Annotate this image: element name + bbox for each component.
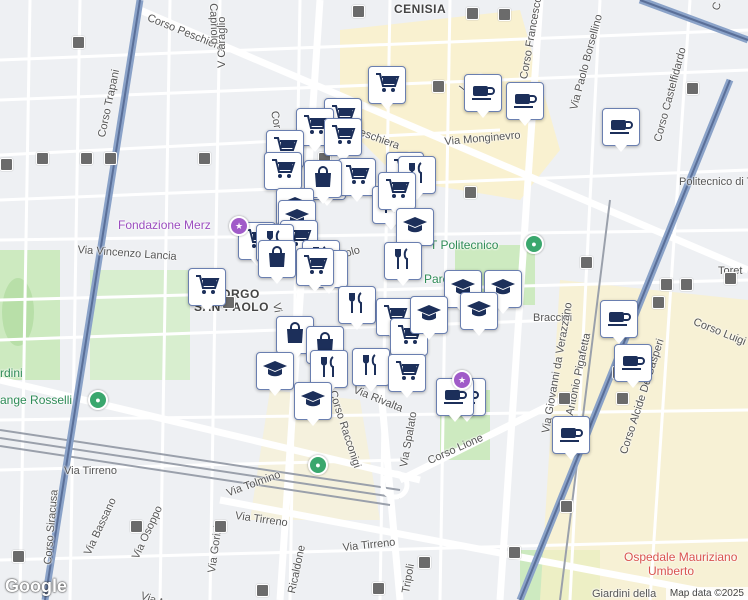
restaurant-icon — [316, 354, 342, 385]
street-label-ange-rosselli: ange Rosselli — [0, 393, 73, 407]
coffee-cup-icon — [620, 348, 646, 379]
bus-stop-icon[interactable] — [72, 36, 85, 49]
politecnico-station-pin[interactable]: ● — [524, 234, 544, 254]
street-label-ospedale: Ospedale Mauriziano — [624, 550, 738, 564]
bus-stop-icon[interactable] — [198, 152, 211, 165]
street-label-giardini: Giardini della — [592, 588, 657, 600]
shopping-bag-icon — [264, 244, 290, 275]
google-logo: Google — [5, 576, 67, 596]
graduation-cap-icon — [466, 296, 492, 327]
bus-stop-icon[interactable] — [130, 520, 143, 533]
bus-stop-icon[interactable] — [214, 520, 227, 533]
shopping-bag-icon — [310, 164, 336, 195]
poi-marker-bag[interactable] — [258, 240, 296, 284]
bus-stop-icon[interactable] — [560, 500, 573, 513]
poi-marker-coffee[interactable] — [464, 74, 502, 118]
street-label-cenisia: CENISIA — [394, 2, 447, 16]
poi-marker-cart[interactable] — [188, 268, 226, 312]
shopping-cart-icon — [194, 272, 220, 303]
bus-stop-icon[interactable] — [12, 550, 25, 563]
shopping-cart-icon — [344, 162, 370, 193]
street-label-rdini: rdini — [0, 366, 23, 380]
poi-marker-coffee[interactable] — [602, 108, 640, 152]
poi-marker-fork[interactable] — [338, 286, 376, 330]
poi-marker-cart[interactable] — [388, 354, 426, 398]
bus-stop-icon[interactable] — [80, 152, 93, 165]
bus-stop-icon[interactable] — [498, 8, 511, 21]
bus-stop-icon[interactable] — [432, 80, 445, 93]
graduation-cap-icon — [300, 386, 326, 417]
poi-marker-cart[interactable] — [264, 152, 302, 196]
street-label-via-vi: Vi — [270, 302, 284, 314]
bus-stop-icon[interactable] — [372, 582, 385, 595]
bus-stop-icon[interactable] — [464, 186, 477, 199]
shopping-cart-icon — [270, 156, 296, 187]
shopping-cart-icon — [330, 122, 356, 153]
shopping-cart-icon — [374, 70, 400, 101]
poi-marker-cart[interactable] — [296, 248, 334, 292]
tolmino-station-pin[interactable]: ● — [308, 455, 328, 475]
poi-marker-cart[interactable] — [378, 172, 416, 216]
poi-purple-pin[interactable]: ★ — [452, 370, 472, 390]
poi-marker-coffee[interactable] — [552, 416, 590, 460]
street-label-v-caraglio: V Caraglio — [216, 16, 228, 68]
bus-stop-icon[interactable] — [660, 278, 673, 291]
rosselli-station-pin[interactable]: ● — [88, 390, 108, 410]
poi-marker-cap[interactable] — [256, 352, 294, 396]
graduation-cap-icon — [416, 300, 442, 331]
map-canvas[interactable]: CENISIABORGOSAN PAOLOCorso PeschieraPesc… — [0, 0, 748, 600]
shopping-bag-icon — [282, 320, 308, 351]
poi-marker-coffee[interactable] — [600, 300, 638, 344]
bus-stop-icon[interactable] — [418, 556, 431, 569]
street-label-via-tirreno-1: Via Tirreno — [64, 465, 117, 477]
poi-marker-coffee[interactable] — [614, 344, 652, 388]
bus-stop-icon[interactable] — [0, 158, 13, 171]
fondazione-merz-pin[interactable]: ★ — [229, 216, 249, 236]
coffee-cup-icon — [558, 420, 584, 451]
street-label-fondazione-merz: Fondazione Merz — [118, 218, 211, 232]
bus-stop-icon[interactable] — [580, 256, 593, 269]
poi-marker-cap[interactable] — [294, 382, 332, 426]
bus-stop-icon[interactable] — [558, 392, 571, 405]
shopping-cart-icon — [384, 176, 410, 207]
graduation-cap-icon — [262, 356, 288, 387]
bus-stop-icon[interactable] — [686, 82, 699, 95]
shopping-cart-icon — [394, 358, 420, 389]
bus-stop-icon[interactable] — [652, 296, 665, 309]
bus-stop-icon[interactable] — [724, 272, 737, 285]
poi-marker-cart[interactable] — [368, 66, 406, 110]
restaurant-icon — [390, 246, 416, 277]
street-label-umberto: Umberto — [648, 564, 695, 578]
poi-marker-coffee[interactable] — [506, 82, 544, 126]
poi-marker-cap[interactable] — [460, 292, 498, 336]
poi-marker-cart[interactable] — [324, 118, 362, 162]
bus-stop-icon[interactable] — [680, 278, 693, 291]
bus-stop-icon[interactable] — [466, 7, 479, 20]
coffee-cup-icon — [512, 86, 538, 117]
map-attribution[interactable]: Map data ©2025 — [665, 587, 748, 600]
bus-stop-icon[interactable] — [256, 584, 269, 597]
restaurant-icon — [358, 352, 384, 383]
poi-marker-cap[interactable] — [410, 296, 448, 340]
coffee-cup-icon — [470, 78, 496, 109]
bus-stop-icon[interactable] — [508, 546, 521, 559]
poi-marker-fork[interactable] — [384, 242, 422, 286]
bus-stop-icon[interactable] — [36, 152, 49, 165]
poi-marker-cap[interactable] — [396, 208, 434, 252]
street-label-politecnico: Politecnico di Torino — [679, 176, 748, 188]
shopping-cart-icon — [302, 252, 328, 283]
graduation-cap-icon — [402, 212, 428, 243]
coffee-cup-icon — [606, 304, 632, 335]
restaurant-icon — [344, 290, 370, 321]
poi-marker-fork[interactable] — [352, 348, 390, 392]
bus-stop-icon[interactable] — [104, 152, 117, 165]
street-label-t-politecnico: T Politecnico — [430, 238, 499, 252]
bus-stop-icon[interactable] — [616, 392, 629, 405]
bus-stop-icon[interactable] — [352, 5, 365, 18]
coffee-cup-icon — [608, 112, 634, 143]
poi-marker-cart[interactable] — [338, 158, 376, 202]
